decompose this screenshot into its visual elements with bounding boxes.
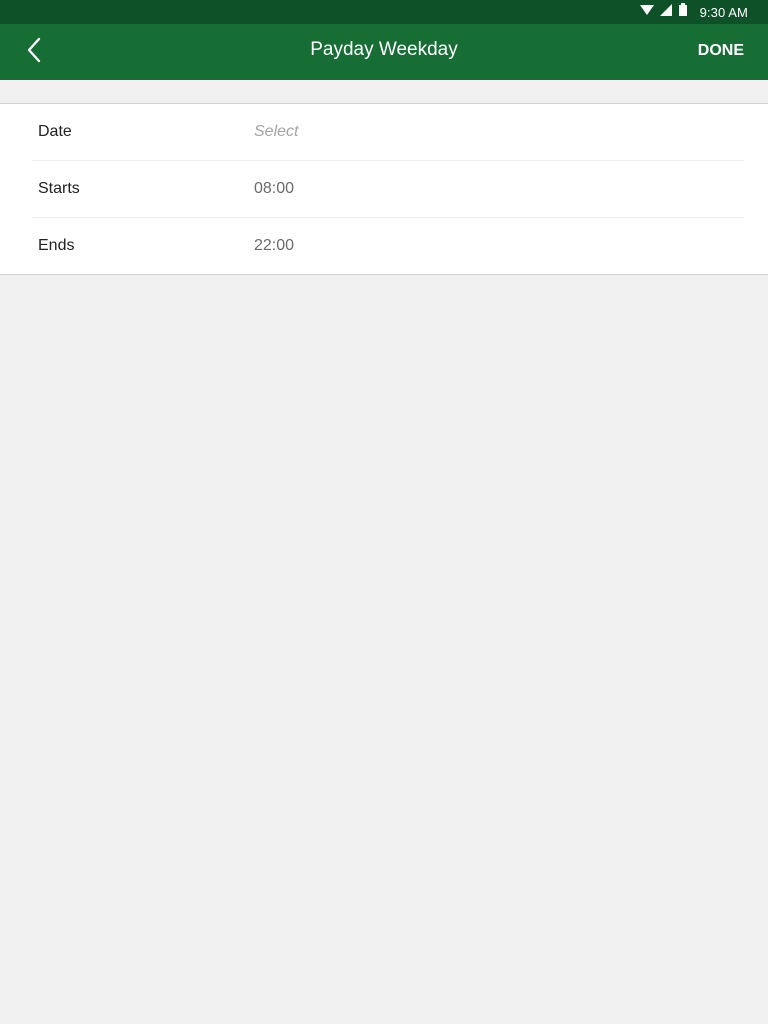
form-card: Date Select Starts 08:00 Ends 22:00 [0, 103, 768, 275]
date-row[interactable]: Date Select [32, 104, 744, 161]
ends-value[interactable]: 22:00 [254, 218, 294, 274]
date-label: Date [38, 123, 72, 140]
back-button[interactable] [14, 32, 54, 72]
chevron-left-icon [26, 37, 42, 68]
status-icons: 9:30 AM [639, 0, 748, 24]
status-bar: 9:30 AM [0, 0, 768, 24]
starts-value[interactable]: 08:00 [254, 161, 294, 217]
starts-row[interactable]: Starts 08:00 [32, 161, 744, 218]
date-value[interactable]: Select [254, 104, 298, 160]
battery-icon [678, 3, 688, 21]
ends-label: Ends [38, 237, 75, 254]
starts-label: Starts [38, 180, 80, 197]
status-time: 9:30 AM [699, 4, 748, 20]
page-title: Payday Weekday [310, 39, 458, 60]
signal-icon [659, 3, 672, 21]
wifi-icon [639, 3, 654, 21]
app-bar: Payday Weekday DONE [0, 24, 768, 80]
ends-row[interactable]: Ends 22:00 [32, 218, 744, 274]
done-button[interactable]: DONE [698, 24, 744, 80]
